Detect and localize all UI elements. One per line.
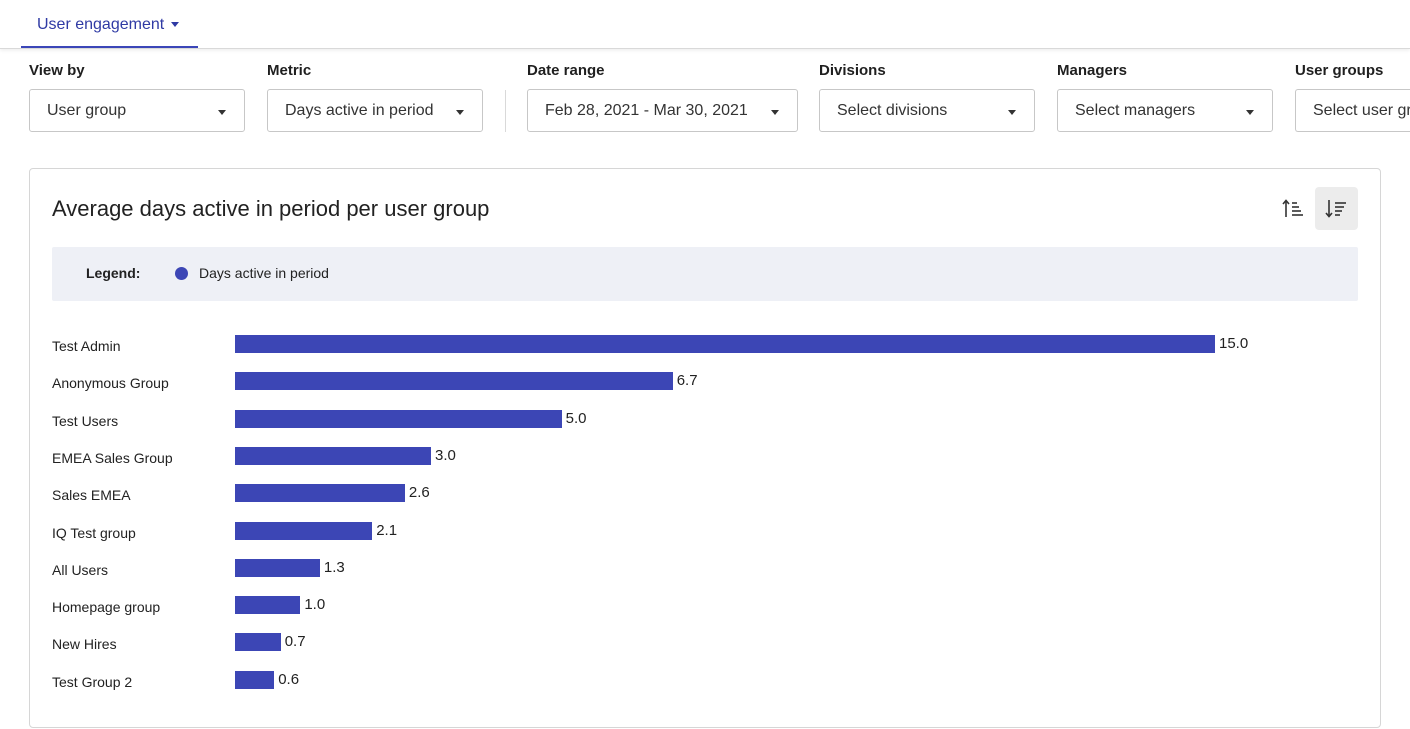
bar[interactable] xyxy=(235,521,373,540)
managers-select[interactable]: Select managers xyxy=(1057,89,1273,132)
legend-title: Legend: xyxy=(86,265,141,281)
user-groups-select[interactable]: Select user gr xyxy=(1295,89,1410,132)
category-label: Test Group 2 xyxy=(52,673,133,690)
select-value: User group xyxy=(47,102,127,119)
legend-swatch xyxy=(175,267,188,280)
chevron-down-icon xyxy=(1246,110,1254,115)
bar[interactable] xyxy=(235,596,301,615)
chevron-down-icon xyxy=(218,110,226,115)
category-label: Test Users xyxy=(52,412,119,429)
bar[interactable] xyxy=(235,558,320,577)
chart-title: Average days active in period per user g… xyxy=(52,196,490,221)
select-placeholder: Select user gr xyxy=(1313,102,1410,119)
bar-value-label: 0.6 xyxy=(278,670,300,688)
select-value: Feb 28, 2021 - Mar 30, 2021 xyxy=(545,102,748,119)
category-label: IQ Test group xyxy=(52,524,136,541)
bar[interactable] xyxy=(235,633,281,652)
category-label: Test Admin xyxy=(52,338,121,354)
bar-chart: Test Admin 15.0 Anonymous Group 6.7 Test Use… xyxy=(52,329,1352,729)
chevron-down-icon xyxy=(1008,110,1016,115)
filter-label: Metric xyxy=(267,62,312,79)
tab-label: User engagement xyxy=(37,16,165,33)
legend-item-label: Days active in period xyxy=(199,265,329,281)
bar-value-label: 5.0 xyxy=(565,409,587,427)
bar[interactable] xyxy=(235,446,431,465)
filter-label: User groups xyxy=(1295,62,1384,79)
top-tab-bar: User engagement xyxy=(0,0,1410,49)
chart-legend: Legend: Days active in period xyxy=(52,247,1358,301)
bar-value-label: 6.7 xyxy=(676,372,698,390)
bar-value-label: 0.7 xyxy=(284,633,306,651)
select-value: Days active in period xyxy=(285,102,434,119)
chevron-down-icon xyxy=(171,22,179,27)
date-range-select[interactable]: Feb 28, 2021 - Mar 30, 2021 xyxy=(527,89,798,132)
chevron-down-icon xyxy=(456,110,464,115)
bar-value-label: 3.0 xyxy=(435,446,456,464)
category-label: New Hires xyxy=(52,636,117,653)
tab-user-engagement[interactable]: User engagement xyxy=(21,0,198,48)
select-placeholder: Select managers xyxy=(1075,102,1196,119)
bar[interactable] xyxy=(235,372,673,391)
sort-ascending-icon xyxy=(1282,199,1303,217)
view-by-select[interactable]: User group xyxy=(29,89,245,132)
category-label: EMEA Sales Group xyxy=(52,449,173,466)
bar[interactable] xyxy=(235,409,562,428)
divisions-select[interactable]: Select divisions xyxy=(819,89,1035,132)
select-placeholder: Select divisions xyxy=(837,102,948,119)
bar-value-label: 15.0 xyxy=(1219,335,1249,352)
bar-value-label: 2.6 xyxy=(408,484,430,502)
sort-descending-icon xyxy=(1325,200,1346,218)
bar[interactable] xyxy=(235,335,1215,353)
category-label: All Users xyxy=(52,561,109,578)
sort-ascending-button[interactable] xyxy=(1272,187,1315,230)
bar-value-label: 2.1 xyxy=(376,521,398,539)
category-label: Anonymous Group xyxy=(52,375,169,392)
bar-value-label: 1.0 xyxy=(304,596,326,614)
category-label: Homepage group xyxy=(52,599,161,616)
filter-divider xyxy=(505,90,506,132)
chevron-down-icon xyxy=(771,110,779,115)
category-label: Sales EMEA xyxy=(52,487,131,504)
filter-label: View by xyxy=(29,62,85,79)
sort-descending-button[interactable] xyxy=(1315,187,1358,230)
bar-value-label: 1.3 xyxy=(323,558,345,576)
chart-card: Average days active in period per user g… xyxy=(29,168,1381,728)
bar[interactable] xyxy=(235,484,405,503)
bar[interactable] xyxy=(235,670,275,689)
metric-select[interactable]: Days active in period xyxy=(267,89,483,132)
filter-label: Date range xyxy=(527,62,605,79)
filter-label: Divisions xyxy=(819,62,886,79)
filter-label: Managers xyxy=(1057,62,1128,79)
